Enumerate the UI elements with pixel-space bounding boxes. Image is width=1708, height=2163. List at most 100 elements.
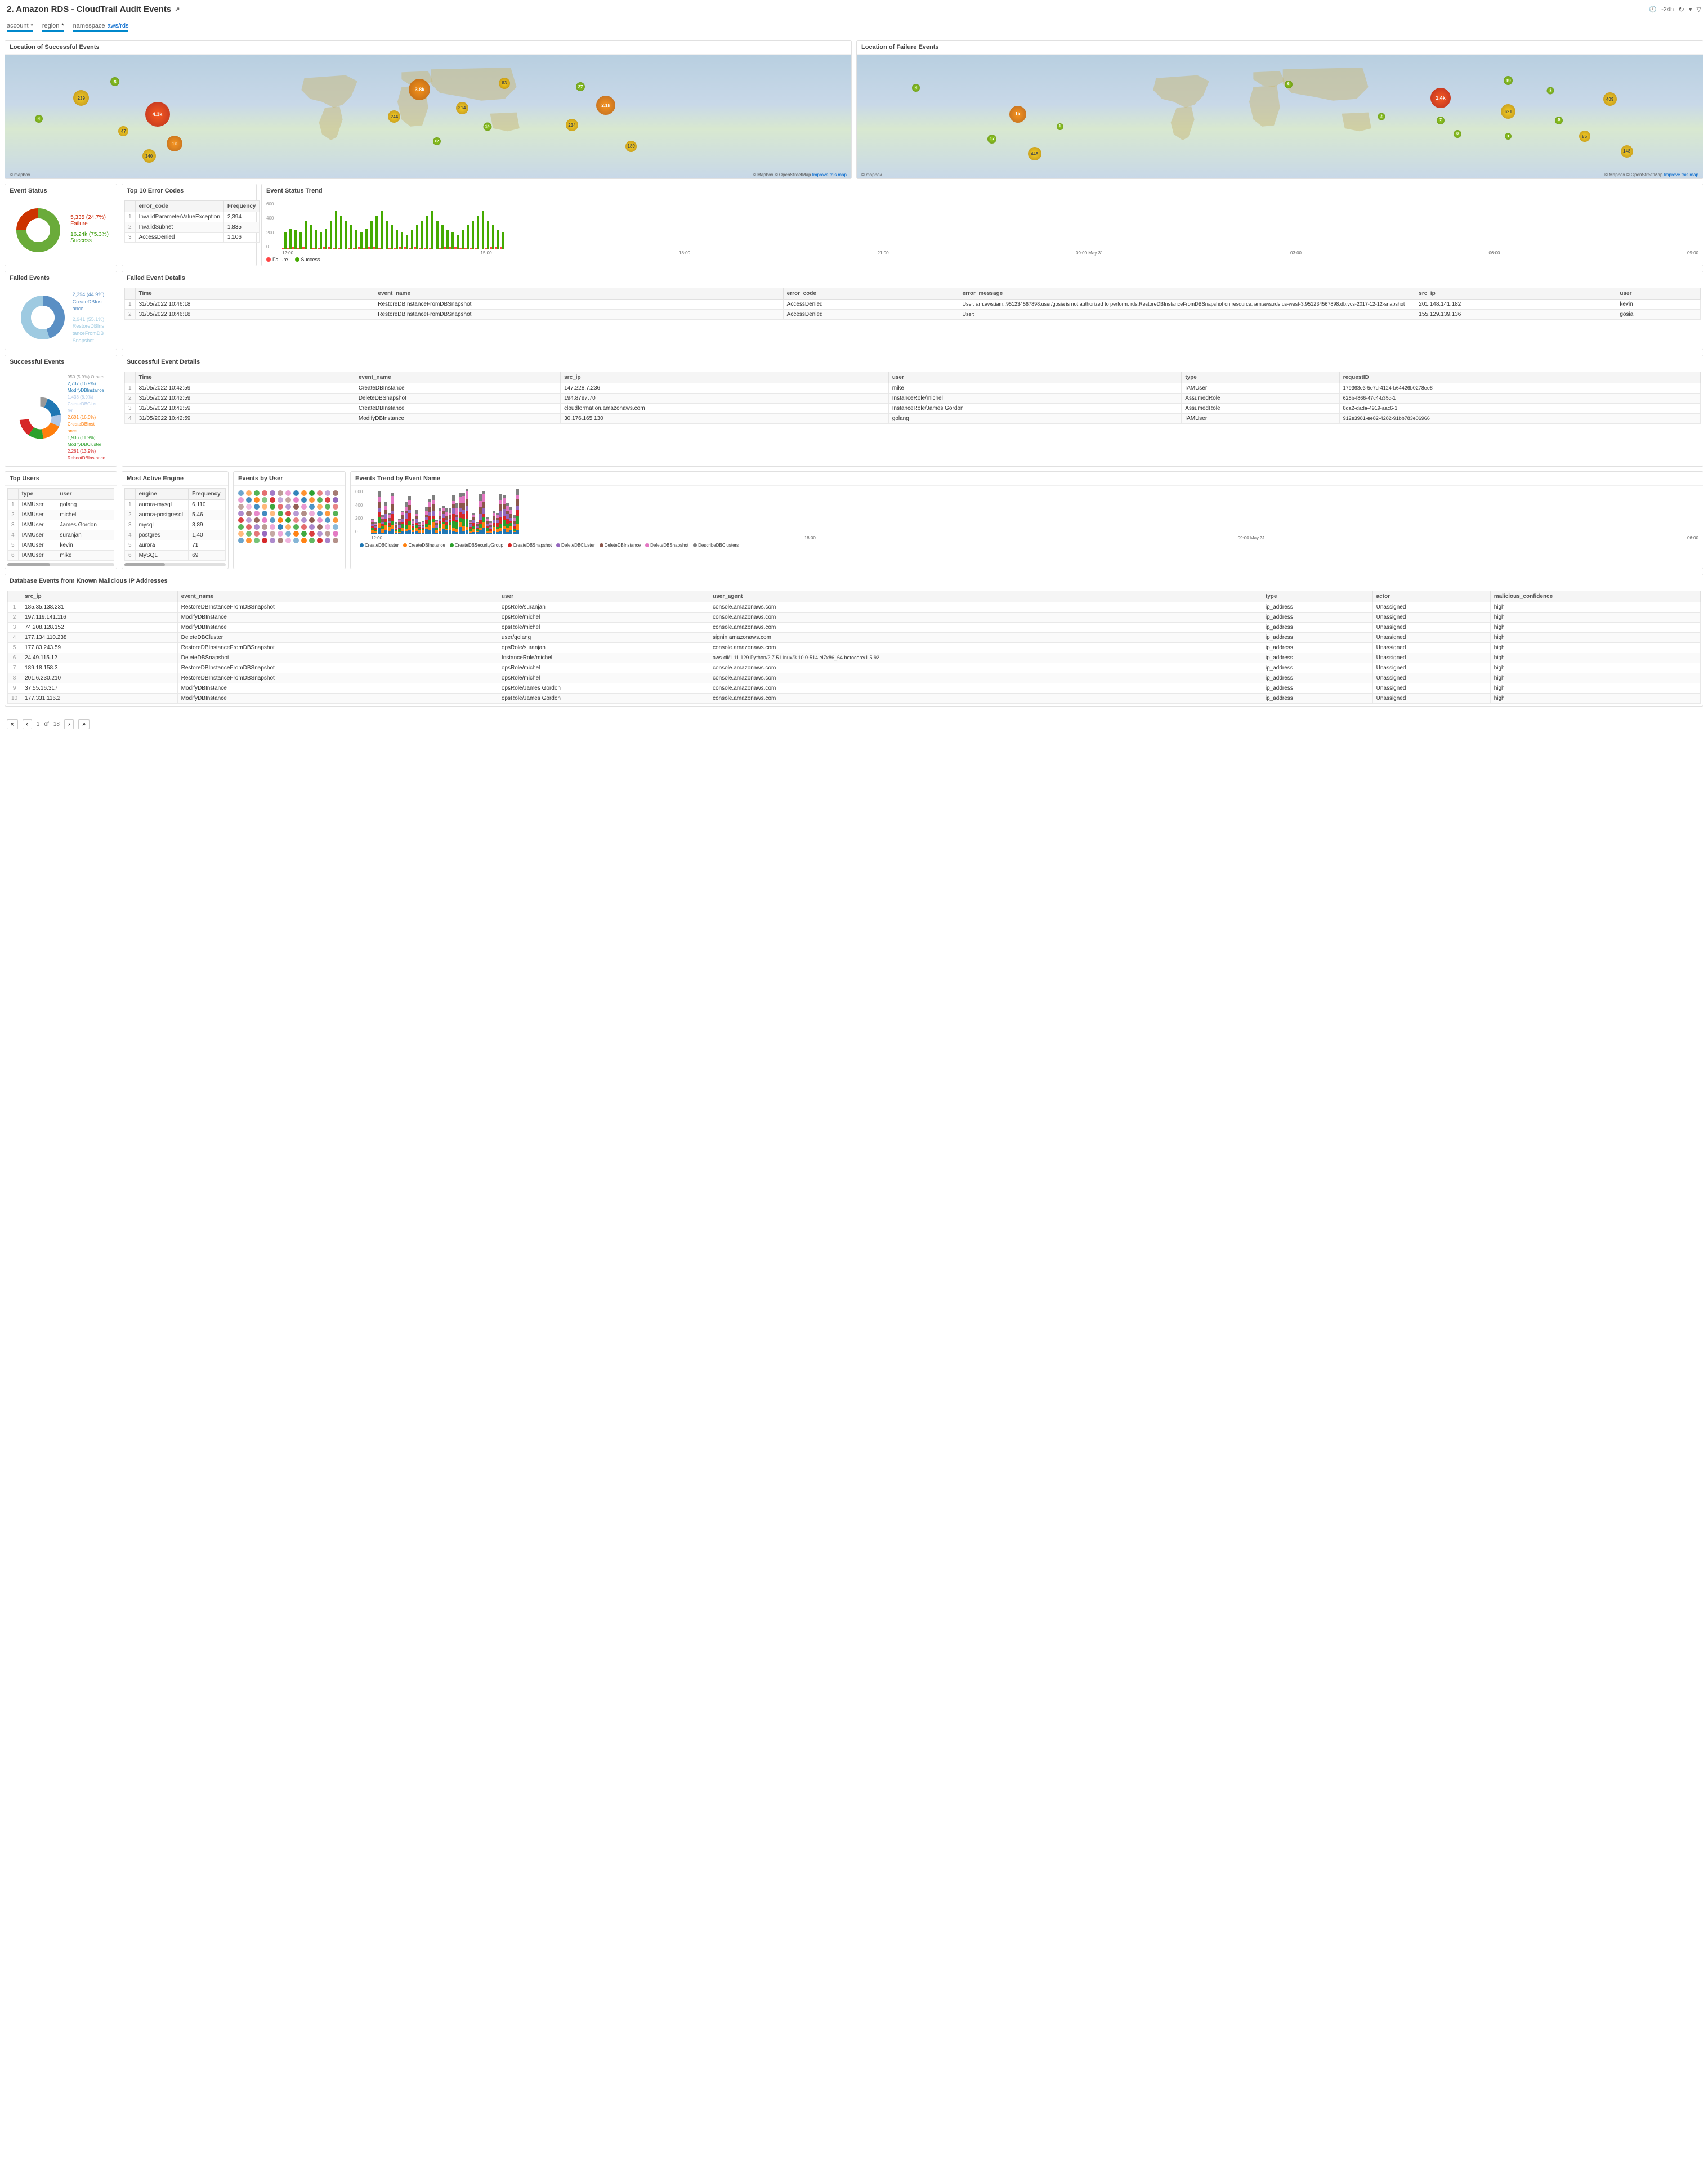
et-bar-group-26 [459,493,462,535]
bar-success-29 [431,211,433,249]
scol-event: event_name [355,372,560,383]
chevron-down-icon[interactable]: ▾ [1689,6,1692,13]
mal-user-3: opsRole/michel [498,623,709,633]
et-seg-7-0 [395,533,397,534]
mal-user-4: user/golang [498,633,709,643]
engine-scrollbar[interactable] [124,563,226,566]
legend-createdbinstance: CreateDBInstance [403,543,445,548]
bar-success-13 [350,225,352,249]
legend-createdbcluster: CreateDBCluster [360,543,399,548]
mal-type-7: ip_address [1262,663,1372,673]
filter-icon[interactable]: ▽ [1697,6,1701,13]
srow-time-4: 31/05/2022 10:42:59 [135,414,355,424]
bar-group-17 [368,221,373,249]
srow-event-1: CreateDBInstance [355,383,560,394]
refresh-icon[interactable]: ↻ [1678,5,1684,14]
first-page-button[interactable]: « [7,719,18,729]
legend-failure-dot [266,257,271,262]
improve-map-link-failure[interactable]: Improve this map [1664,172,1698,177]
failed-events-panel: Failed Events 2,394 (44.9%)CreateDBInsta… [5,271,117,350]
col-num-h [125,288,136,300]
et-seg-4-1 [384,525,387,530]
table-row: 6 24.49.115.12 DeleteDBSnapshot Instance… [8,653,1701,663]
successful-map-title: Location of Successful Events [5,41,851,55]
mal-actor-9: Unassigned [1372,683,1490,694]
filter-namespace[interactable]: namespace aws/rds [73,23,129,32]
frow-msg-1: User: arn:aws:iam::951234567898:user/gos… [959,300,1415,310]
user-bubble-24 [325,497,330,503]
succ-others: 950 (5.9%) Others [68,374,105,381]
legend-label-secgroup: CreateDBSecurityGroup [455,543,503,548]
user-bubble-64 [333,517,338,523]
bar-success-39 [482,211,484,249]
frow-event-1: RestoreDBInstanceFromDBSnapshot [374,300,783,310]
et-seg-27-4 [462,510,465,514]
bar-group-11 [338,216,342,249]
improve-map-link[interactable]: Improve this map [812,172,847,177]
events-by-user-title: Events by User [234,472,345,486]
table-row: 3 AccessDenied 1,106 [125,233,260,243]
bar-group-13 [348,225,352,249]
frow-error-2: AccessDenied [783,310,959,320]
mal-agent-8: console.amazonaws.com [709,673,1262,683]
mal-conf-1: high [1490,602,1700,613]
eng-engine-3: mysql [135,520,189,530]
et-seg-5-1 [388,527,391,531]
srow-user-1: mike [888,383,1182,394]
et-seg-25-0 [455,532,458,534]
et-seg-27-3 [462,514,465,519]
prev-page-button[interactable]: ‹ [23,719,32,729]
et-x-1800: 18:00 [804,535,816,540]
event-status-chart: 5,335 (24.7%) Failure 16.24k (75.3%) Suc… [5,198,117,262]
et-seg-28-2 [466,519,468,527]
filter-region[interactable]: region * [42,23,64,32]
x-axis-labels: 12:00 15:00 18:00 21:00 09:00 May 31 03:… [282,251,1698,256]
user-bubble-54 [254,517,260,523]
et-seg-11-4 [408,510,411,514]
user-bubble-15 [254,497,260,503]
bar-group-18 [373,216,378,249]
mal-event-8: RestoreDBInstanceFromDBSnapshot [177,673,498,683]
bar-group-22 [394,230,398,249]
bar-group-24 [404,235,408,249]
mal-col-user: user [498,591,709,602]
successful-details-title: Successful Event Details [122,355,1703,369]
user-bubble-90 [333,531,338,537]
mal-actor-7: Unassigned [1372,663,1490,673]
mal-event-9: ModifyDBInstance [177,683,498,694]
frow-user-2: gosia [1616,310,1701,320]
last-page-button[interactable]: » [78,719,90,729]
user-bubble-89 [325,531,330,537]
scrollbar-track[interactable] [7,563,114,566]
et-bar-group-35 [489,521,492,534]
et-bar-group-9 [401,511,404,534]
x-0600: 06:00 [1488,251,1500,256]
error-code-3: AccessDenied [135,233,223,243]
fbubble-5: 5 [1555,117,1563,124]
et-seg-38-4 [499,511,502,517]
mal-type-1: ip_address [1262,602,1372,613]
bar-success-30 [436,221,439,249]
bubble-214: 214 [456,102,468,114]
user-bubble-78 [238,531,244,537]
external-link-icon[interactable]: ↗ [175,6,180,13]
user-bubble-66 [246,524,252,530]
freq-1: 2,394 [223,212,260,222]
table-row: 4 IAMUser suranjan [8,530,114,540]
failed-details-title: Failed Event Details [122,271,1703,285]
et-seg-12-0 [412,532,414,534]
failure-map-bg: 4 6 1k 1 17 445 19 2 1.4k 409 621 2 7 5 … [857,55,1703,178]
user-bubble-26 [238,504,244,510]
legend-dot-describe [693,543,697,547]
scol-time: Time [135,372,355,383]
x-0300: 03:00 [1290,251,1302,256]
user-bubble-92 [246,538,252,543]
user-bubble-67 [254,524,260,530]
frow-time-2: 31/05/2022 10:46:18 [135,310,374,320]
next-page-button[interactable]: › [64,719,74,729]
filter-account[interactable]: account * [7,23,33,32]
et-bar-group-29 [469,520,472,534]
time-range[interactable]: -24h [1661,6,1674,13]
et-seg-13-1 [415,528,418,531]
et-seg-11-1 [408,525,411,531]
